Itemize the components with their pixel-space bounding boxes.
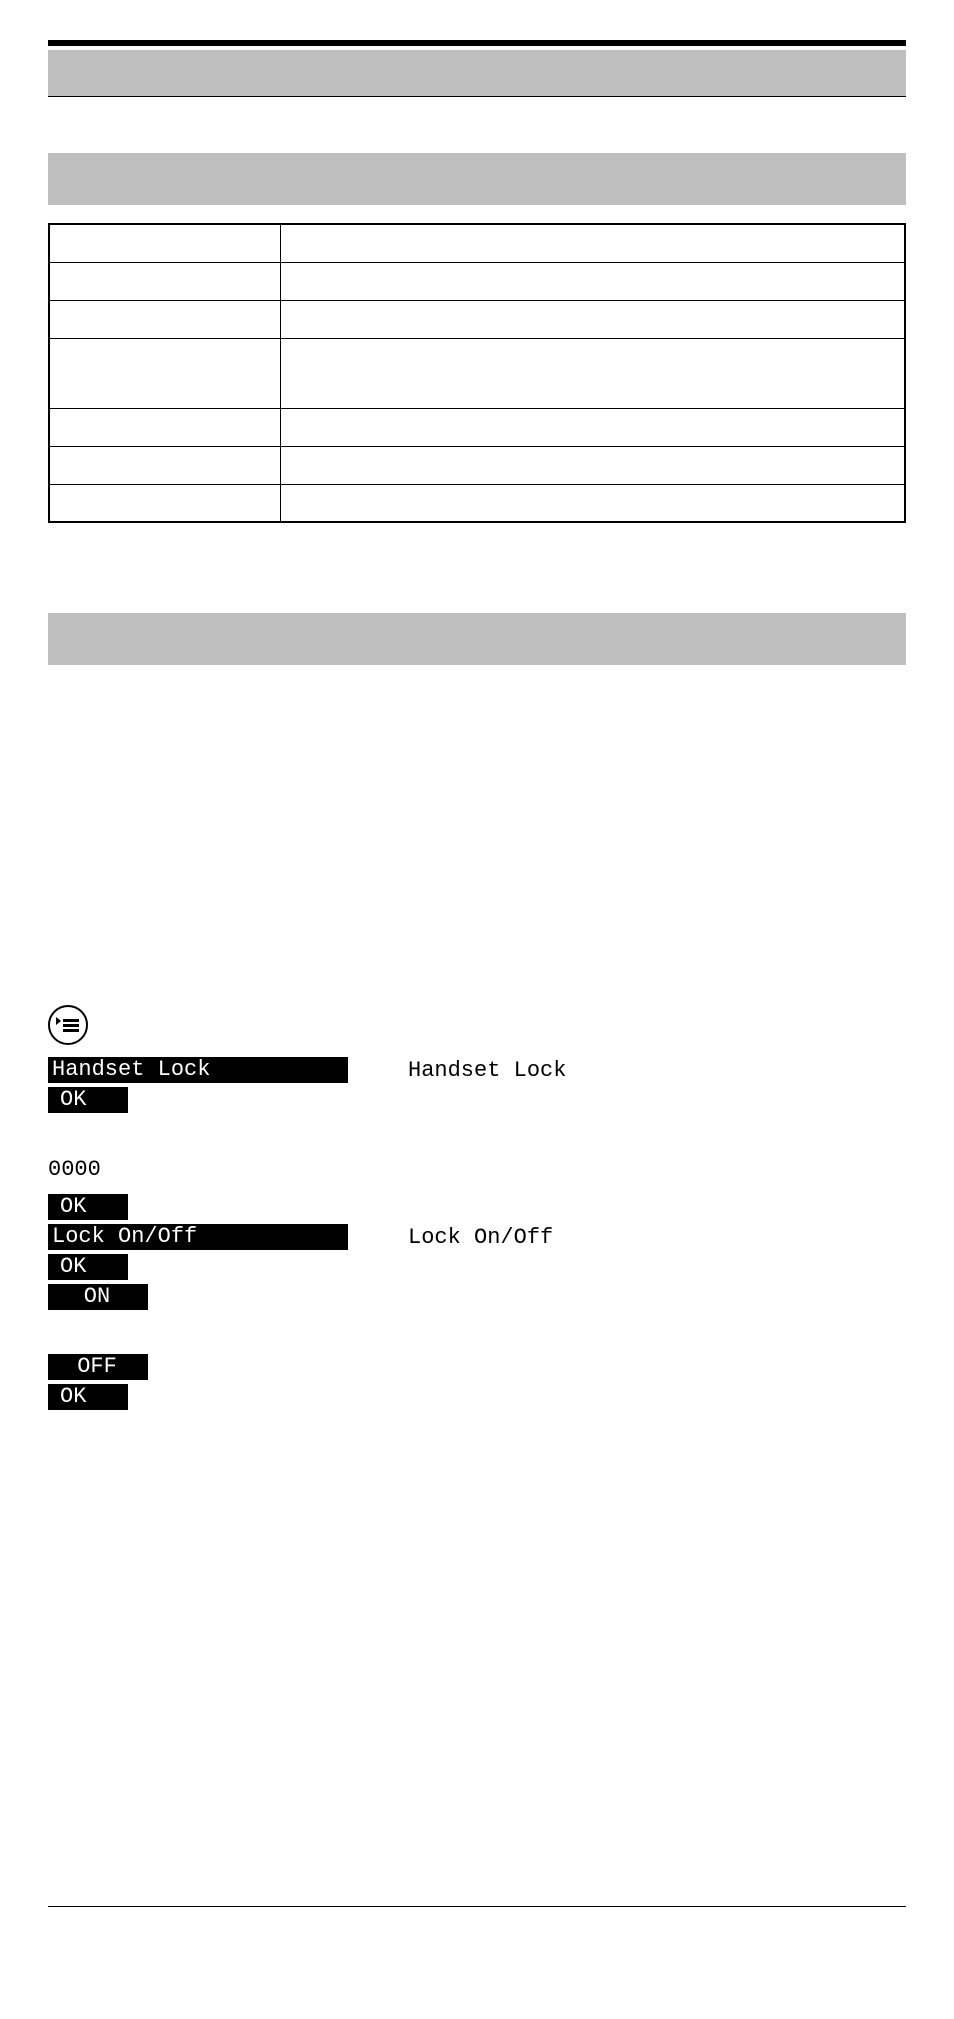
table-row	[49, 338, 905, 408]
menu-item-lock-onoff-label: Lock On/Off	[408, 1225, 553, 1250]
table-cell-right	[280, 224, 905, 262]
option-off: OFF	[48, 1354, 148, 1380]
table-cell-right	[280, 408, 905, 446]
table-cell-right	[280, 300, 905, 338]
menu-item-handset-lock-selected: Handset Lock	[48, 1057, 348, 1083]
table-cell-left	[49, 262, 280, 300]
table-cell-right	[280, 338, 905, 408]
table-cell-left	[49, 224, 280, 262]
table-cell-right	[280, 484, 905, 522]
table-row	[49, 408, 905, 446]
table-cell-left	[49, 300, 280, 338]
footer-rule	[48, 1906, 906, 1907]
section-heading-bar-1	[48, 153, 906, 205]
section-heading-bar-2	[48, 613, 906, 665]
menu-item-handset-lock-label: Handset Lock	[408, 1058, 566, 1083]
table-cell-right	[280, 446, 905, 484]
table-cell-left	[49, 484, 280, 522]
table-cell-left	[49, 446, 280, 484]
chapter-title-bar	[48, 50, 906, 96]
security-code-table	[48, 223, 906, 523]
menu-icon	[48, 1005, 88, 1045]
softkey-ok-1: OK	[48, 1087, 128, 1113]
default-pin-text: 0000	[48, 1157, 101, 1182]
table-cell-left	[49, 408, 280, 446]
softkey-ok-4: OK	[48, 1384, 128, 1410]
softkey-ok-3: OK	[48, 1254, 128, 1280]
table-row	[49, 300, 905, 338]
table-row	[49, 224, 905, 262]
table-cell-right	[280, 262, 905, 300]
table-row	[49, 484, 905, 522]
option-on: ON	[48, 1284, 148, 1310]
softkey-ok-2: OK	[48, 1194, 128, 1220]
table-row	[49, 262, 905, 300]
table-row	[49, 446, 905, 484]
menu-item-lock-onoff-selected: Lock On/Off	[48, 1224, 348, 1250]
table-cell-left	[49, 338, 280, 408]
top-thick-rule	[48, 40, 906, 46]
